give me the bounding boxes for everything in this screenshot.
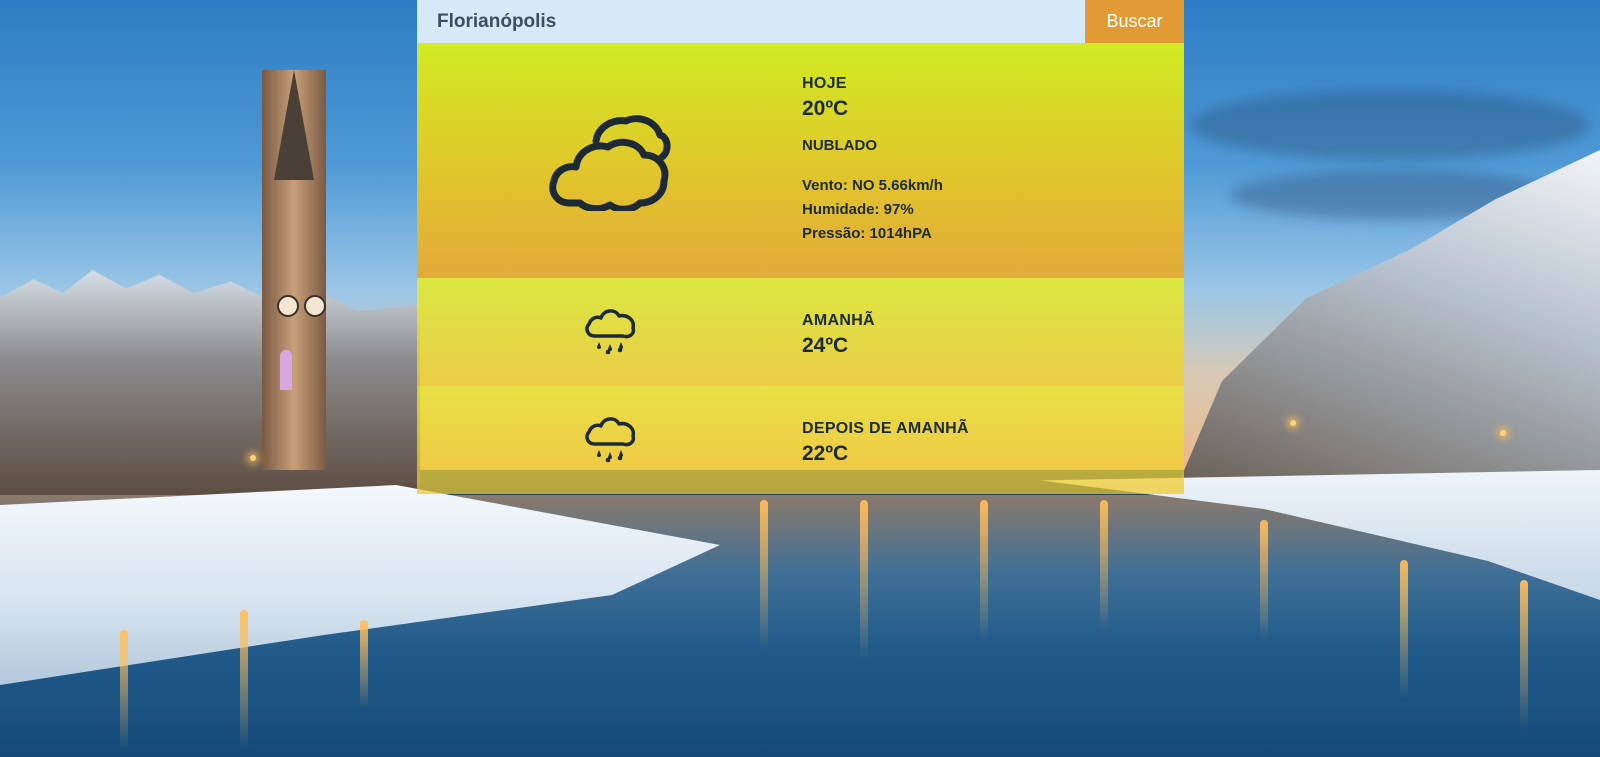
light-reflection	[1100, 500, 1108, 630]
forecast-day-after-panel: DEPOIS DE AMANHÃ 22ºC	[417, 386, 1184, 494]
tower-clock	[304, 295, 326, 317]
light-reflection	[240, 610, 248, 750]
light-reflection	[360, 620, 368, 710]
light-reflection	[120, 630, 128, 750]
today-info: HOJE 20ºC NUBLADO Vento: NO 5.66km/h Hum…	[802, 43, 1184, 278]
street-lamp	[1290, 420, 1296, 426]
search-button[interactable]: Buscar	[1085, 0, 1184, 43]
day-label: AMANHÃ	[802, 312, 875, 329]
tomorrow-info: AMANHÃ 24ºC	[802, 278, 1184, 386]
forecast-today-panel: HOJE 20ºC NUBLADO Vento: NO 5.66km/h Hum…	[417, 43, 1184, 278]
tomorrow-icon-container	[417, 278, 802, 386]
search-bar: Buscar	[417, 0, 1184, 43]
weather-condition: NUBLADO	[802, 137, 877, 154]
day-label: DEPOIS DE AMANHÃ	[802, 420, 969, 437]
day-after-info: DEPOIS DE AMANHÃ 22ºC	[802, 386, 1184, 494]
cloudy-icon	[548, 114, 670, 211]
day-after-icon-container	[417, 386, 802, 494]
church-spire	[274, 70, 314, 180]
weather-details: Vento: NO 5.66km/h Humidade: 97% Pressão…	[802, 174, 1184, 246]
street-lamp	[1500, 430, 1506, 436]
light-reflection	[980, 500, 988, 640]
temperature: 22ºC	[802, 442, 849, 465]
light-reflection	[760, 500, 768, 650]
humidity-info: Humidade: 97%	[802, 201, 914, 218]
day-label: HOJE	[802, 75, 847, 92]
pressure-info: Pressão: 1014hPA	[802, 225, 932, 242]
light-reflection	[860, 500, 868, 660]
wind-info: Vento: NO 5.66km/h	[802, 177, 943, 194]
light-reflection	[1400, 560, 1408, 700]
weather-widget: Buscar HOJE 20ºC NUBLADO Vento: NO 5.66k…	[417, 0, 1184, 494]
tower-clock	[277, 295, 299, 317]
forecast-tomorrow-panel: AMANHÃ 24ºC	[417, 278, 1184, 386]
today-icon-container	[417, 43, 802, 278]
street-lamp	[250, 455, 256, 461]
tower-window	[280, 350, 292, 390]
temperature: 24ºC	[802, 334, 849, 357]
city-search-input[interactable]	[417, 0, 1085, 43]
rain-cloud-icon	[584, 417, 635, 463]
temperature: 20ºC	[802, 97, 849, 120]
light-reflection	[1520, 580, 1528, 730]
rain-cloud-icon	[584, 309, 635, 355]
light-reflection	[1260, 520, 1268, 640]
cloud-band	[1190, 90, 1590, 160]
